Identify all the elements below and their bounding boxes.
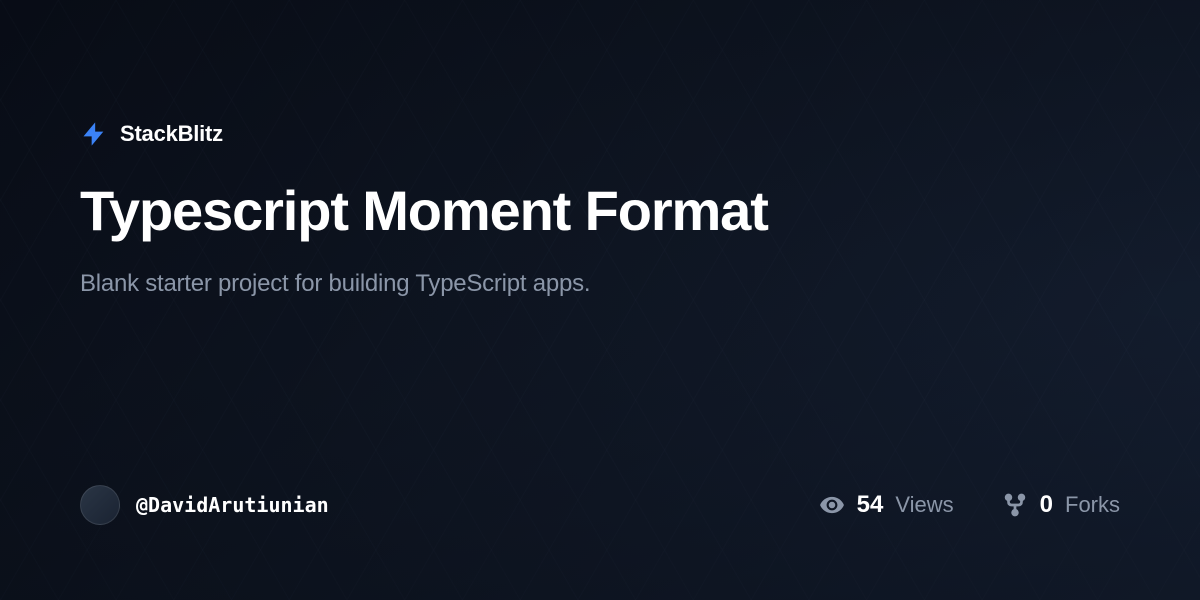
forks-label: Forks <box>1065 492 1120 518</box>
content-container: StackBlitz Typescript Moment Format Blan… <box>0 0 1200 600</box>
views-label: Views <box>895 492 953 518</box>
avatar <box>80 485 120 525</box>
footer-row: @DavidArutiunian 54 Views 0 Forks <box>80 485 1120 525</box>
brand-row: StackBlitz <box>80 120 1120 148</box>
project-title: Typescript Moment Format <box>80 180 1120 242</box>
views-stat: 54 Views <box>819 491 954 519</box>
views-count: 54 <box>857 491 884 519</box>
brand-name: StackBlitz <box>120 121 223 147</box>
author-handle: @DavidArutiunian <box>136 493 329 517</box>
bolt-icon <box>80 120 108 148</box>
author-block[interactable]: @DavidArutiunian <box>80 485 329 525</box>
stats-row: 54 Views 0 Forks <box>819 491 1120 519</box>
forks-count: 0 <box>1040 491 1053 519</box>
project-description: Blank starter project for building TypeS… <box>80 270 1120 298</box>
eye-icon <box>819 492 845 518</box>
fork-icon <box>1002 492 1028 518</box>
forks-stat: 0 Forks <box>1002 491 1120 519</box>
